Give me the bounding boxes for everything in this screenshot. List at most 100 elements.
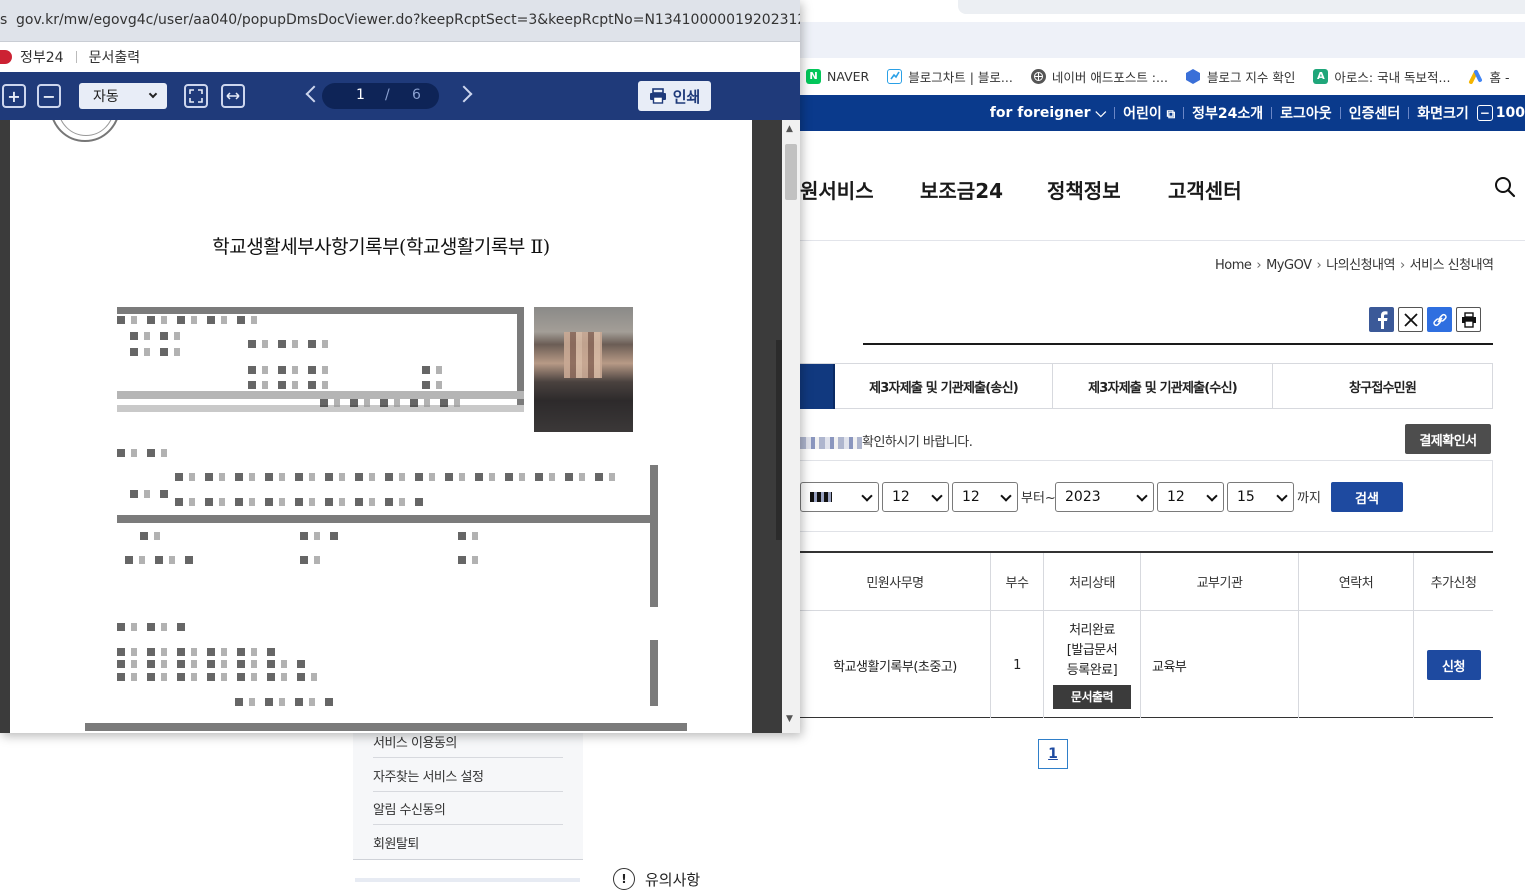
breadcrumb-my-requests[interactable]: 나의신청내역 <box>1326 258 1395 273</box>
search-button[interactable]: 검색 <box>1331 482 1403 512</box>
x-twitter-icon[interactable] <box>1398 307 1423 332</box>
breadcrumb-mygov[interactable]: MyGOV <box>1266 258 1312 273</box>
blogchart-icon <box>887 68 903 84</box>
to-year-value: 2023 <box>1065 489 1101 505</box>
redacted-text <box>248 366 338 374</box>
tab-counter-request[interactable]: 창구접수민원 <box>1272 364 1492 409</box>
pagination-page[interactable]: 1 <box>1038 739 1068 769</box>
bookmark-naver[interactable]: N NAVER <box>806 68 870 84</box>
bookmark-label: 아로스: 국내 독보적... <box>1334 69 1451 85</box>
redacted-text <box>125 556 195 564</box>
page-current[interactable]: 1 <box>356 87 365 103</box>
page-indicator: 1 / 6 <box>322 83 439 109</box>
about-link[interactable]: 정부24소개 <box>1184 103 1271 123</box>
fit-width-icon[interactable] <box>221 84 245 108</box>
redacted-text <box>117 449 177 457</box>
redacted-text <box>140 532 160 540</box>
page-separator: / <box>385 87 390 103</box>
payment-confirmation-button[interactable]: 결제확인서 <box>1405 424 1491 454</box>
redacted-text <box>458 532 488 540</box>
side-item-favorites[interactable]: 자주찾는 서비스 설정 <box>373 759 563 792</box>
chevron-down-icon <box>1136 490 1148 502</box>
for-foreigner-link[interactable]: for foreigner ⌵ <box>982 105 1114 121</box>
caution-heading: ! 유의사항 <box>613 868 700 890</box>
redacted-text <box>422 366 452 374</box>
zoom-out-icon[interactable]: − <box>1476 105 1493 121</box>
site-info-icon[interactable]: s <box>0 12 7 28</box>
status-line: 등록완료] <box>1066 663 1118 678</box>
bookmark-google-ads[interactable]: 홈 - <box>1468 67 1509 86</box>
logout-link[interactable]: 로그아웃 <box>1272 103 1340 123</box>
share-buttons <box>1369 307 1481 332</box>
zoom-value: 100 <box>1495 105 1525 121</box>
to-month-select[interactable]: 12 <box>1157 482 1224 512</box>
redacted-text <box>458 556 478 564</box>
browser-address-bar[interactable] <box>958 0 1525 14</box>
side-item-notification[interactable]: 알림 수신동의 <box>373 792 563 825</box>
redacted-text <box>300 532 340 540</box>
notice-text: 확인하시기 바랍니다. <box>800 431 973 450</box>
gnb-item-subsidy[interactable]: 보조금24 <box>920 175 1003 204</box>
window-title: 문서출력 <box>88 50 141 66</box>
link-copy-icon[interactable] <box>1427 307 1452 332</box>
chevron-down-icon <box>861 490 873 502</box>
popup-title-bar: 정부24 문서출력 <box>0 42 800 72</box>
globe-icon <box>1030 68 1046 84</box>
kids-link[interactable]: 어린이 ⧉ <box>1115 103 1183 123</box>
gnb-item-policy[interactable]: 정책정보 <box>1047 175 1121 204</box>
chevron-down-icon <box>1276 490 1288 502</box>
cert-center-link[interactable]: 인증센터 <box>1341 103 1409 123</box>
from-day-value: 12 <box>962 489 980 505</box>
from-month-select[interactable]: 12 <box>882 482 949 512</box>
bookmark-blogchart[interactable]: 블로그차트 | 블로... <box>887 67 1013 86</box>
browser-tab-strip <box>800 22 1525 58</box>
divider <box>75 51 77 63</box>
prev-page-icon[interactable] <box>305 85 323 103</box>
zoom-in-icon[interactable]: + <box>2 84 26 108</box>
next-page-icon[interactable] <box>455 85 473 103</box>
scrollbar-thumb[interactable] <box>785 144 797 200</box>
cell-service-name: 학교생활기록부(초중고) <box>833 659 957 675</box>
document-print-button[interactable]: 문서출력 <box>1053 685 1131 709</box>
popup-address-bar[interactable]: s gov.kr/mw/egovg4c/user/aa040/popupDmsD… <box>0 0 800 42</box>
tab-active[interactable] <box>800 364 835 409</box>
col-header-agency: 교부기관 <box>1141 553 1298 611</box>
bookmark-blog-index[interactable]: 블로그 지수 확인 <box>1186 67 1295 86</box>
print-icon[interactable] <box>1456 307 1481 332</box>
zoom-select[interactable]: 자동 <box>79 83 167 109</box>
print-label: 인쇄 <box>672 87 701 106</box>
gnb-item-service[interactable]: 원서비스 <box>800 175 874 204</box>
tab-third-party-receive[interactable]: 제3자제출 및 기관제출(수신) <box>1052 364 1272 409</box>
chevron-down-icon <box>931 490 943 502</box>
bookmark-aros[interactable]: A 아로스: 국내 독보적... <box>1313 67 1450 86</box>
breadcrumb-home[interactable]: Home <box>1215 258 1252 273</box>
zoom-out-icon[interactable]: − <box>37 84 61 108</box>
bookmark-label: 홈 - <box>1489 69 1510 85</box>
for-foreigner-label: for foreigner <box>989 105 1091 121</box>
print-button[interactable]: 인쇄 <box>638 81 711 111</box>
site-name: 정부24 <box>20 50 64 66</box>
caution-label: 유의사항 <box>645 870 701 889</box>
side-menu: 서비스 이용동의 자주찾는 서비스 설정 알림 수신동의 회원탈퇴 <box>353 732 583 860</box>
to-year-select[interactable]: 2023 <box>1055 482 1154 512</box>
apply-button[interactable]: 신청 <box>1426 650 1481 680</box>
scroll-up-icon[interactable]: ▲ <box>786 124 793 134</box>
from-day-select[interactable]: 12 <box>952 482 1018 512</box>
bookmark-adpost[interactable]: 네이버 애드포스트 :... <box>1030 67 1168 86</box>
scroll-down-icon[interactable]: ▼ <box>786 714 793 724</box>
tab-third-party-send[interactable]: 제3자제출 및 기관제출(송신) <box>835 364 1052 409</box>
to-day-select[interactable]: 15 <box>1227 482 1294 512</box>
facebook-icon[interactable] <box>1369 307 1394 332</box>
gnb-item-customer[interactable]: 고객센터 <box>1168 175 1242 204</box>
fit-page-icon[interactable] <box>184 84 208 108</box>
popup-scrollbar[interactable]: ▲ ▼ <box>782 120 800 733</box>
screen-size-label: 화면크기 <box>1417 106 1469 122</box>
document-canvas[interactable]: 학교생활세부사항기록부(학교생활기록부 Ⅱ) <box>0 120 782 733</box>
bookmark-label: NAVER <box>827 68 870 84</box>
search-icon[interactable] <box>1493 175 1517 199</box>
side-item-withdraw[interactable]: 회원탈퇴 <box>373 826 563 859</box>
cell-copies: 1 <box>1013 657 1021 673</box>
from-year-select[interactable] <box>800 482 879 512</box>
chevron-down-icon <box>1206 490 1218 502</box>
status-line: [발급문서 <box>1066 643 1118 658</box>
